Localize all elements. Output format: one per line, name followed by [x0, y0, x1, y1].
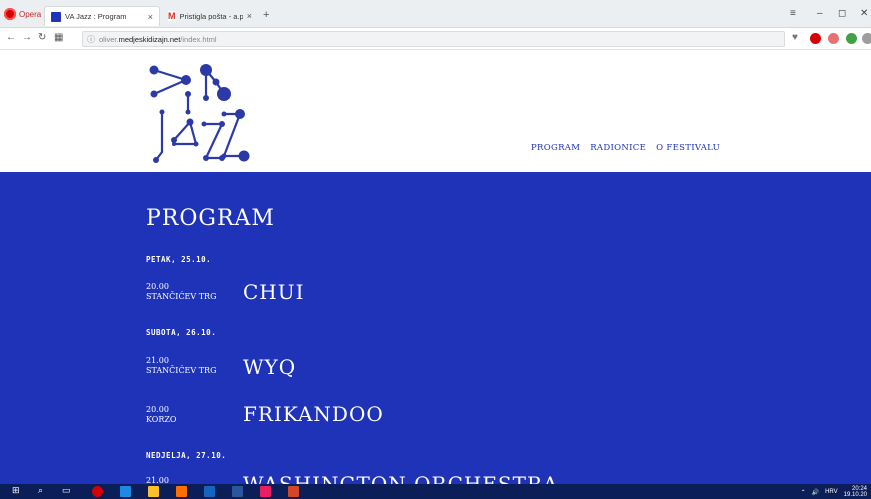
event-time: 20.00: [146, 282, 169, 291]
windows-start-icon[interactable]: ⊞: [12, 485, 20, 496]
photoshop-icon[interactable]: [204, 486, 215, 497]
powerpoint-icon[interactable]: [288, 486, 299, 497]
opera-taskbar-icon[interactable]: [92, 486, 103, 497]
nav-o-festivalu[interactable]: O FESTIVALU: [656, 143, 720, 153]
event-name[interactable]: WYQ: [243, 355, 296, 379]
url-host: medjeskidizajn.net: [118, 34, 181, 44]
url-prefix: oliver.: [99, 34, 119, 44]
system-tray: ⌃ 🔊 HRV 20:24 19.10.20: [801, 486, 867, 498]
close-tab-icon[interactable]: ×: [247, 11, 252, 21]
day-heading: SUBOTA, 26.10.: [146, 328, 217, 337]
event-name[interactable]: FRIKANDOO: [243, 402, 384, 426]
program-section: PROGRAM PETAK, 25.10. 20.00 STANČIĆEV TR…: [0, 172, 871, 484]
minimize-icon[interactable]: –: [817, 8, 823, 19]
illustrator-icon[interactable]: [176, 486, 187, 497]
word-icon[interactable]: [232, 486, 243, 497]
new-tab-button[interactable]: +: [263, 9, 269, 21]
tray-expand-icon[interactable]: ⌃: [801, 489, 806, 496]
event-time: 21.00: [146, 356, 169, 365]
language-indicator[interactable]: HRV: [825, 489, 838, 495]
event-time: 21.00: [146, 476, 169, 484]
event-time-place: 21.00: [146, 476, 169, 484]
extension-icon[interactable]: [862, 33, 871, 44]
event-place: STANČIĆEV TRG: [146, 366, 217, 375]
event-time-place: 21.00 STANČIĆEV TRG: [146, 356, 216, 376]
gmail-icon: M: [168, 11, 176, 21]
tab-title: Pristigla pošta - a.potocnik: [179, 11, 243, 21]
file-explorer-icon[interactable]: [148, 486, 159, 497]
nav-program[interactable]: PROGRAM: [531, 143, 580, 153]
forward-icon[interactable]: →: [22, 32, 32, 43]
browser-address-bar: ← → ↻ ▦ ⓘ oliver. medjeskidizajn.net/inde…: [0, 28, 871, 50]
app-taskbar-icon[interactable]: [120, 486, 131, 497]
site-header: PROGRAM RADIONICE O FESTIVALU: [0, 50, 871, 172]
extension-icon[interactable]: [846, 33, 857, 44]
heart-icon[interactable]: ♥: [792, 32, 798, 43]
jazz-favicon-icon: [51, 11, 61, 22]
close-window-icon[interactable]: ✕: [860, 8, 868, 19]
search-icon[interactable]: ⌕: [38, 485, 43, 496]
clock[interactable]: 20:24 19.10.20: [844, 486, 867, 498]
jazz-logo[interactable]: [144, 60, 256, 168]
tab-va-jazz[interactable]: VA Jazz : Program ×: [44, 6, 160, 26]
tab-menu-icon[interactable]: ≡: [790, 8, 796, 19]
task-view-icon[interactable]: ▭: [62, 485, 71, 496]
windows-taskbar: ⊞ ⌕ ▭ ⌃ 🔊 HRV 20:24 19.10.20: [0, 484, 871, 499]
event-time-place: 20.00 STANČIĆEV TRG: [146, 282, 216, 302]
event-time: 20.00: [146, 405, 169, 414]
opera-logo-icon: [4, 8, 16, 20]
day-heading: PETAK, 25.10.: [146, 255, 212, 264]
event-name[interactable]: CHUI: [243, 280, 305, 304]
speed-dial-icon[interactable]: ▦: [54, 32, 63, 43]
close-tab-icon[interactable]: ×: [148, 12, 153, 22]
event-place: STANČIĆEV TRG: [146, 292, 217, 301]
opera-menu-button[interactable]: Opera: [4, 6, 41, 22]
event-name[interactable]: WASHINGTON ORCHESTRA: [243, 472, 558, 484]
reload-icon[interactable]: ↻: [38, 32, 46, 43]
volume-icon[interactable]: 🔊: [812, 489, 819, 496]
maximize-icon[interactable]: ◻: [838, 8, 846, 19]
back-icon[interactable]: ←: [6, 32, 16, 43]
nav-radionice[interactable]: RADIONICE: [590, 143, 646, 153]
tab-mail[interactable]: M Pristigla pošta - a.potocnik ×: [162, 6, 258, 26]
tab-title: VA Jazz : Program: [65, 12, 127, 21]
url-path: /index.html: [180, 34, 217, 44]
event-place: KORZO: [146, 415, 177, 424]
page-title: PROGRAM: [146, 206, 275, 231]
url-input[interactable]: ⓘ oliver. medjeskidizajn.net/index.html: [82, 31, 785, 47]
main-nav: PROGRAM RADIONICE O FESTIVALU: [531, 143, 720, 153]
opera-label: Opera: [19, 9, 42, 19]
browser-tab-bar: Opera VA Jazz : Program × M Pristigla po…: [0, 0, 871, 28]
clock-date: 19.10.20: [843, 492, 867, 498]
day-heading: NEDJELJA, 27.10.: [146, 451, 227, 460]
site-info-icon[interactable]: ⓘ: [87, 34, 95, 45]
opera-extension-icon[interactable]: [810, 33, 821, 44]
adblock-icon[interactable]: [828, 33, 839, 44]
indesign-icon[interactable]: [260, 486, 271, 497]
event-time-place: 20.00 KORZO: [146, 405, 176, 425]
